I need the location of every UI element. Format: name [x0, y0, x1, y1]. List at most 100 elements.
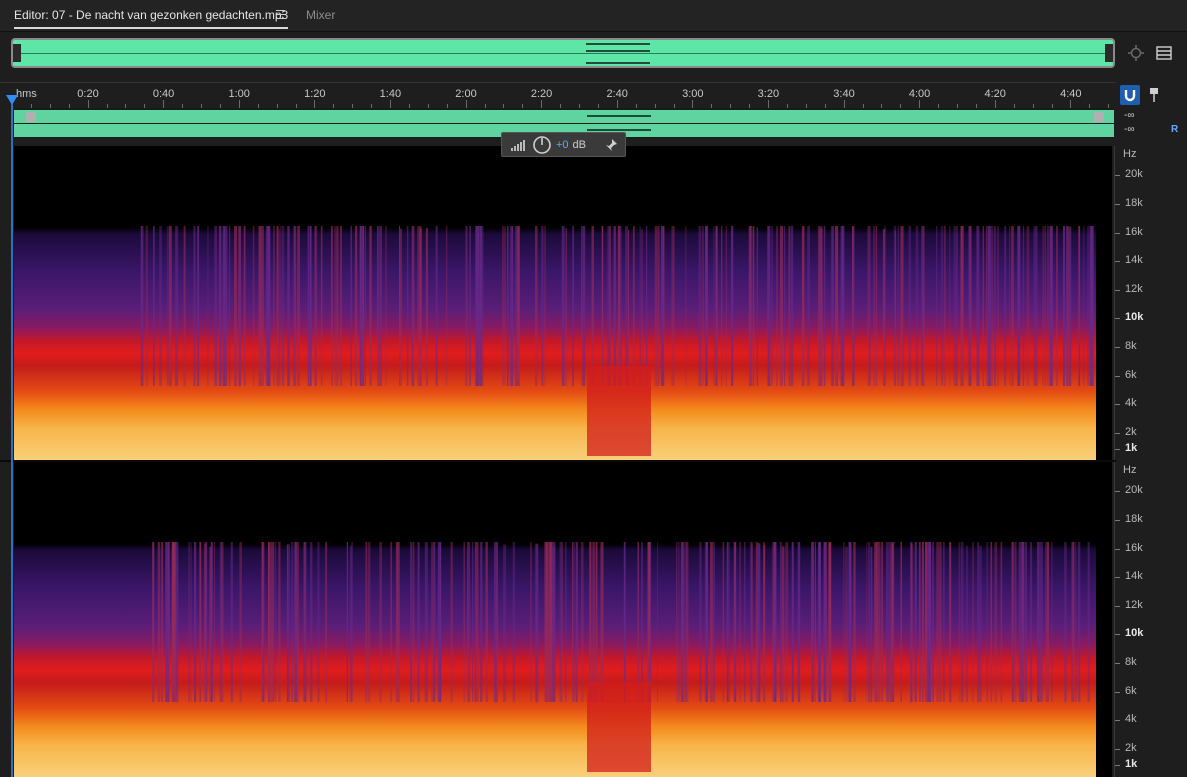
- spectral-streak: [362, 215, 365, 386]
- spectral-streak: [1012, 519, 1015, 702]
- gain-value[interactable]: +0: [556, 139, 569, 151]
- ruler-label: 4:20: [984, 88, 1006, 100]
- frequency-tick: [1115, 290, 1120, 291]
- spectral-streak: [867, 210, 869, 386]
- spectral-streak: [424, 524, 428, 702]
- spectrogram-left[interactable]: [14, 146, 1112, 460]
- spectral-streak: [620, 209, 622, 386]
- gain-knob-icon[interactable]: [532, 135, 552, 155]
- spectral-streak: [702, 210, 704, 386]
- snap-magnet-icon[interactable]: [1120, 85, 1140, 105]
- spectral-streak: [535, 543, 539, 702]
- spectral-streak: [1044, 529, 1047, 702]
- overview-left-handle[interactable]: [13, 44, 21, 62]
- panel-menu-icon[interactable]: [276, 10, 285, 19]
- overview-waveform-detail: [586, 62, 650, 64]
- spectral-streak: [903, 215, 905, 386]
- fade-out-handle[interactable]: [1094, 112, 1104, 122]
- frequency-label: 4k: [1125, 397, 1137, 409]
- gain-hud[interactable]: +0 dB: [501, 132, 626, 157]
- spectral-streak: [756, 227, 758, 386]
- frequency-tick: [1115, 449, 1120, 450]
- spectral-streak: [239, 538, 242, 702]
- frequency-label: 16k: [1125, 226, 1143, 238]
- spectral-streak: [739, 518, 741, 702]
- ruler-label: 2:40: [606, 88, 628, 100]
- frequency-axis-right[interactable]: Hz 20k 18k 16k 14k 12k 10k 8k 6k 4k 2k 1k: [1114, 462, 1187, 777]
- spectral-streak: [884, 226, 886, 386]
- spectral-streak: [378, 210, 380, 386]
- spectral-streak: [234, 217, 237, 386]
- right-tools: -∞ -∞ R: [1116, 82, 1187, 146]
- spectral-streak: [972, 534, 974, 702]
- spectral-streak: [751, 544, 753, 702]
- frequency-label: 20k: [1125, 168, 1143, 180]
- channel-right-label[interactable]: R: [1171, 124, 1178, 135]
- spectral-streak: [731, 215, 734, 386]
- timeline-ruler[interactable]: hms 0:20 0:40 1:00 1:20 1:40 2:00 2:20 2:40 3:00…: [0, 82, 1116, 108]
- spectral-streak: [559, 521, 562, 702]
- tab-mixer[interactable]: Mixer: [306, 8, 335, 22]
- level-bars-icon: [511, 139, 525, 151]
- frequency-tick: [1115, 233, 1120, 234]
- channel-left[interactable]: [14, 110, 1114, 123]
- spectral-streak: [507, 218, 509, 386]
- spectrogram-right[interactable]: [14, 462, 1112, 777]
- zoom-target-icon[interactable]: [1126, 43, 1146, 63]
- ruler-label: 3:20: [757, 88, 780, 100]
- spectral-streak: [750, 215, 752, 386]
- spectral-streak: [994, 528, 998, 702]
- spectral-burst: [587, 682, 651, 772]
- overview-right-handle[interactable]: [1105, 44, 1113, 62]
- spectral-streak: [165, 534, 169, 702]
- spectral-streak: [943, 198, 946, 386]
- spectral-streak: [925, 527, 928, 702]
- spectral-streak: [1024, 520, 1028, 702]
- marker-pin-icon[interactable]: [1144, 85, 1164, 105]
- frequency-label: 16k: [1125, 542, 1143, 554]
- frequency-axis-left[interactable]: Hz 20k 18k 16k 14k 12k 10k 8k 6k 4k 2k 1k: [1114, 146, 1187, 460]
- spectral-streak: [915, 215, 919, 386]
- spectral-streak: [197, 215, 200, 386]
- frequency-label: 8k: [1125, 340, 1137, 352]
- spectral-streak: [380, 217, 382, 386]
- spectral-streak: [676, 518, 678, 702]
- overview-waveform[interactable]: [11, 38, 1115, 68]
- spectral-streak: [1087, 215, 1090, 386]
- fade-in-handle[interactable]: [26, 112, 36, 122]
- tab-editor[interactable]: Editor: 07 - De nacht van gezonken gedac…: [14, 8, 289, 29]
- pin-icon[interactable]: [604, 138, 618, 152]
- spectral-streak: [425, 227, 428, 386]
- spectral-streak: [273, 216, 275, 386]
- spectral-streak: [900, 526, 902, 702]
- frequency-label: 18k: [1125, 513, 1143, 525]
- frequency-tick: [1115, 692, 1120, 693]
- spectral-streak: [397, 528, 400, 702]
- spectral-streak: [820, 226, 823, 386]
- spectral-streak: [997, 205, 999, 386]
- spectral-streak: [628, 230, 629, 386]
- spectral-streak: [365, 528, 367, 702]
- frequency-tick: [1115, 347, 1120, 348]
- spectral-streak: [866, 518, 868, 702]
- spectral-streak: [275, 519, 277, 702]
- spectral-streak: [894, 230, 897, 386]
- frequency-label: 8k: [1125, 656, 1137, 668]
- level-left: -∞: [1124, 110, 1135, 121]
- spectral-streak: [307, 211, 309, 386]
- frequency-unit: Hz: [1123, 464, 1137, 476]
- spectral-streak: [955, 224, 958, 386]
- spectral-streak: [936, 531, 940, 702]
- spectral-streak: [1011, 203, 1014, 386]
- ruler-tick: [692, 100, 694, 108]
- spectral-streak: [828, 542, 832, 702]
- frequency-label: 14k: [1125, 570, 1143, 582]
- spectral-streak: [986, 520, 989, 702]
- frequency-tick: [1115, 175, 1120, 176]
- list-view-icon[interactable]: [1154, 43, 1174, 63]
- frequency-tick: [1115, 765, 1120, 766]
- spectral-streak: [987, 211, 990, 386]
- spectral-streak: [919, 515, 921, 702]
- spectral-burst: [587, 366, 651, 456]
- spectral-streak: [445, 225, 448, 386]
